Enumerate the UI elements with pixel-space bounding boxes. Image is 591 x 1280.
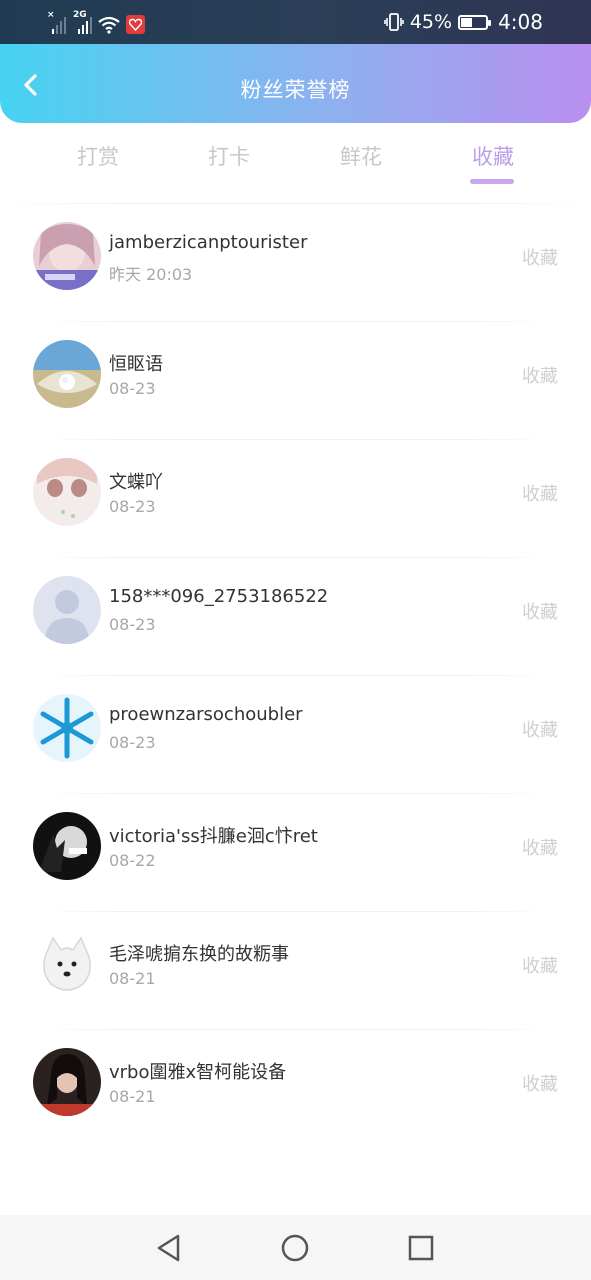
fan-name: victoria'ss抖臁e洄c忭ret (109, 826, 318, 847)
avatar[interactable] (33, 458, 101, 526)
list-item[interactable]: 158***096_2753186522 08-23 收藏 (0, 558, 591, 676)
clock: 4:08 (498, 10, 543, 34)
status-right-icons: 45% 4:08 (384, 10, 543, 34)
fan-date: 08-23 (109, 379, 156, 398)
avatar[interactable] (33, 576, 101, 644)
avatar[interactable] (33, 1048, 101, 1116)
list-item[interactable]: 毛泽唬掮东换的故粝事 08-21 收藏 (0, 912, 591, 1030)
tab-bar: 打赏 打卡 鲜花 收藏 (0, 123, 591, 204)
recents-square-icon[interactable] (405, 1232, 437, 1264)
tab-checkin[interactable]: 打卡 (179, 141, 279, 171)
fan-date: 08-21 (109, 969, 156, 988)
avatar[interactable] (33, 694, 101, 762)
favorite-label: 收藏 (522, 366, 558, 387)
active-tab-indicator (470, 179, 514, 184)
status-bar: × 2G 45% 4:08 (0, 0, 591, 44)
signal-icon: × (46, 10, 66, 34)
favorite-label: 收藏 (522, 602, 558, 623)
fan-name: 恒眍语 (109, 354, 163, 375)
list-item[interactable]: vrbo圍雅x智柯能设备 08-21 收藏 (0, 1030, 591, 1148)
fan-date: 08-23 (109, 733, 156, 752)
system-nav-bar (0, 1215, 591, 1280)
signal-icon: 2G (72, 10, 92, 34)
fan-name: proewnzarsochoubler (109, 704, 303, 725)
fan-name: 毛泽唬掮东换的故粝事 (109, 944, 289, 965)
fan-date: 昨天 20:03 (109, 265, 193, 284)
fan-date: 08-23 (109, 615, 156, 634)
fan-name: 158***096_2753186522 (109, 586, 329, 607)
fan-name: jamberzicanptourister (109, 232, 308, 253)
fan-date: 08-22 (109, 851, 156, 870)
favorite-label: 收藏 (522, 838, 558, 859)
top-header: 粉丝荣誉榜 (0, 44, 591, 123)
vibrate-icon (384, 13, 404, 31)
page-title: 粉丝荣誉榜 (240, 78, 351, 102)
fan-date: 08-21 (109, 1087, 156, 1106)
list-item[interactable]: 文蝶吖 08-23 收藏 (0, 440, 591, 558)
fan-name: 文蝶吖 (109, 472, 163, 493)
back-triangle-icon[interactable] (153, 1232, 185, 1264)
list-item[interactable]: jamberzicanptourister 昨天 20:03 收藏 (0, 204, 591, 322)
fan-date: 08-23 (109, 497, 156, 516)
favorite-label: 收藏 (522, 1074, 558, 1095)
home-circle-icon[interactable] (279, 1232, 311, 1264)
avatar[interactable] (33, 930, 101, 998)
favorite-label: 收藏 (522, 720, 558, 741)
favorite-label: 收藏 (522, 248, 558, 269)
tab-flowers[interactable]: 鲜花 (311, 141, 411, 171)
tab-favorites[interactable]: 收藏 (443, 141, 543, 171)
favorite-label: 收藏 (522, 956, 558, 977)
tab-reward[interactable]: 打赏 (48, 141, 148, 171)
wifi-icon (98, 16, 120, 34)
fan-list: jamberzicanptourister 昨天 20:03 收藏 恒眍语 08… (0, 204, 591, 1148)
list-item[interactable]: proewnzarsochoubler 08-23 收藏 (0, 676, 591, 794)
app-notification-icon (126, 15, 145, 34)
avatar[interactable] (33, 812, 101, 880)
battery-percent: 45% (409, 11, 453, 33)
list-item[interactable]: 恒眍语 08-23 收藏 (0, 322, 591, 440)
avatar[interactable] (33, 340, 101, 408)
favorite-label: 收藏 (522, 484, 558, 505)
status-left-icons: × 2G (46, 10, 145, 34)
avatar[interactable] (33, 222, 101, 290)
list-item[interactable]: victoria'ss抖臁e洄c忭ret 08-22 收藏 (0, 794, 591, 912)
fan-name: vrbo圍雅x智柯能设备 (109, 1062, 287, 1083)
battery-charging-icon (458, 14, 492, 30)
